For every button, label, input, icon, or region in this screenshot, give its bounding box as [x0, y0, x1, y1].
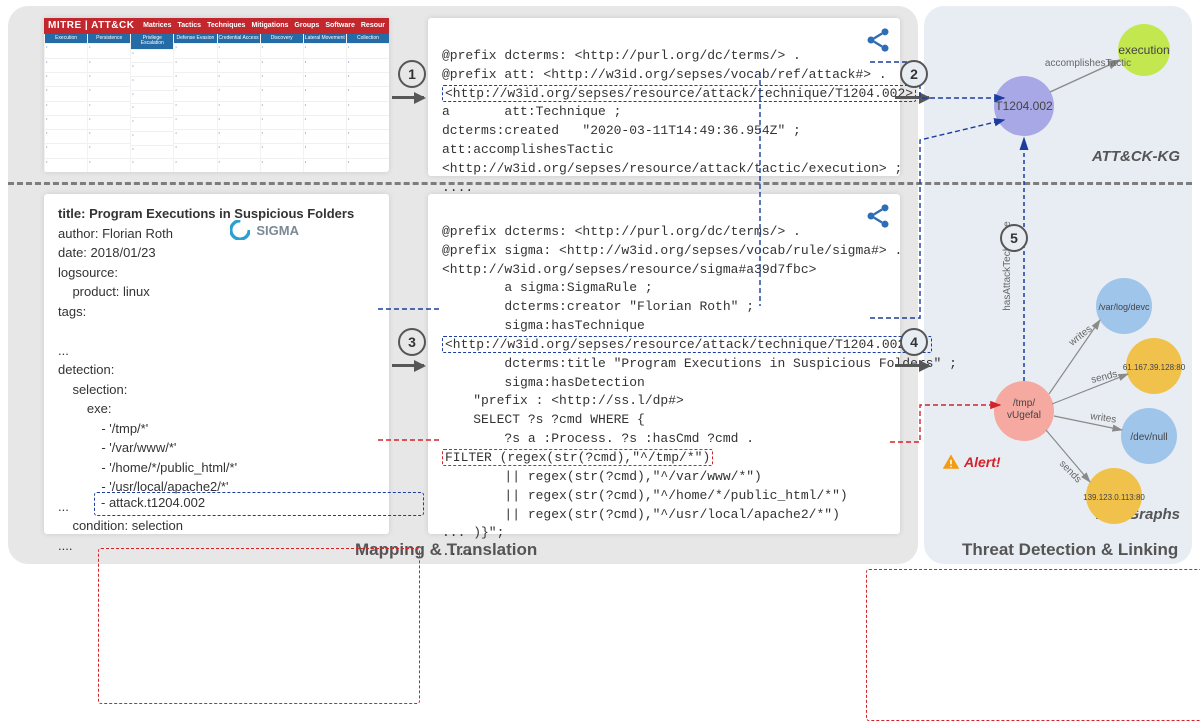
- arrow-4: [895, 364, 929, 367]
- red-box-selection: [98, 548, 420, 704]
- step-4: 4: [900, 328, 928, 356]
- mitre-matrix-card: MITRE | ATT&CK MatricesTacticsTechniques…: [44, 18, 389, 172]
- mitre-logo: MITRE | ATT&CK: [48, 18, 134, 34]
- edge-accomplishes: accomplishesTactic: [1045, 58, 1131, 69]
- red-box-detection: [866, 569, 1200, 721]
- node-exec-label: execution: [1118, 43, 1169, 57]
- right-panel-graph: T1204.002 execution accomplishesTactic h…: [924, 6, 1192, 564]
- mitre-header: MITRE | ATT&CK MatricesTacticsTechniques…: [44, 18, 389, 34]
- edge-s2: sends: [1057, 458, 1083, 485]
- arrow-2: [895, 96, 929, 99]
- canvas: MITRE ATT&CK Detection Rules (e.g. Sigma…: [0, 0, 1200, 574]
- node-ip1-label: 61.167.39.128:80: [1123, 363, 1186, 372]
- step-1: 1: [398, 60, 426, 88]
- red-highlight-filter: FILTER (regex(str(?cmd),"^/tmp/*"): [442, 449, 713, 466]
- rdf-sigma-code: @prefix dcterms: <http://purl.org/dc/ter…: [428, 194, 900, 591]
- step-2: 2: [900, 60, 928, 88]
- blue-box-tag: - attack.t1204.002: [94, 492, 424, 516]
- arrow-3: [392, 364, 424, 367]
- mitre-nav: MatricesTacticsTechniques MitigationsGro…: [143, 18, 385, 34]
- vlabel-mitre: MITRE ATT&CK: [0, 90, 29, 106]
- node-t1204-label: T1204.002: [995, 99, 1053, 113]
- node-tmp-label: /tmp/: [1013, 398, 1035, 409]
- node-devnull-label: /dev/null: [1130, 432, 1167, 443]
- vlabel-sigma: Detection Rules (e.g. Sigma): [0, 365, 29, 381]
- blue-highlight-technique-2: <http://w3id.org/sepses/resource/attack/…: [442, 336, 932, 353]
- edge-w1: writes: [1066, 324, 1094, 349]
- sigma-logo: SIGMA: [230, 220, 299, 240]
- share-icon: [864, 202, 892, 230]
- sigma-tag-text: - attack.t1204.002: [101, 495, 205, 510]
- step-5: 5: [1000, 224, 1028, 252]
- node-tmp-label2: vUgefal: [1007, 410, 1041, 421]
- rdf-sigma-card: @prefix dcterms: <http://purl.org/dc/ter…: [428, 194, 900, 534]
- arrow-1: [392, 96, 424, 99]
- node-ip2-label: 139.123.0.113:80: [1083, 493, 1145, 502]
- step-3: 3: [398, 328, 426, 356]
- node-varlog-label: /var/log/devc: [1098, 302, 1150, 312]
- sigma-yaml-card: SIGMA title: Program Executions in Suspi…: [44, 194, 389, 534]
- rdf-attck-card: @prefix dcterms: <http://purl.org/dc/ter…: [428, 18, 900, 176]
- kg-graph: T1204.002 execution accomplishesTactic h…: [924, 6, 1192, 564]
- mitre-matrix: Execution••••••••• Persistence••••••••• …: [44, 34, 389, 172]
- blue-highlight-technique: <http://w3id.org/sepses/resource/attack/…: [442, 85, 916, 102]
- share-icon: [864, 26, 892, 54]
